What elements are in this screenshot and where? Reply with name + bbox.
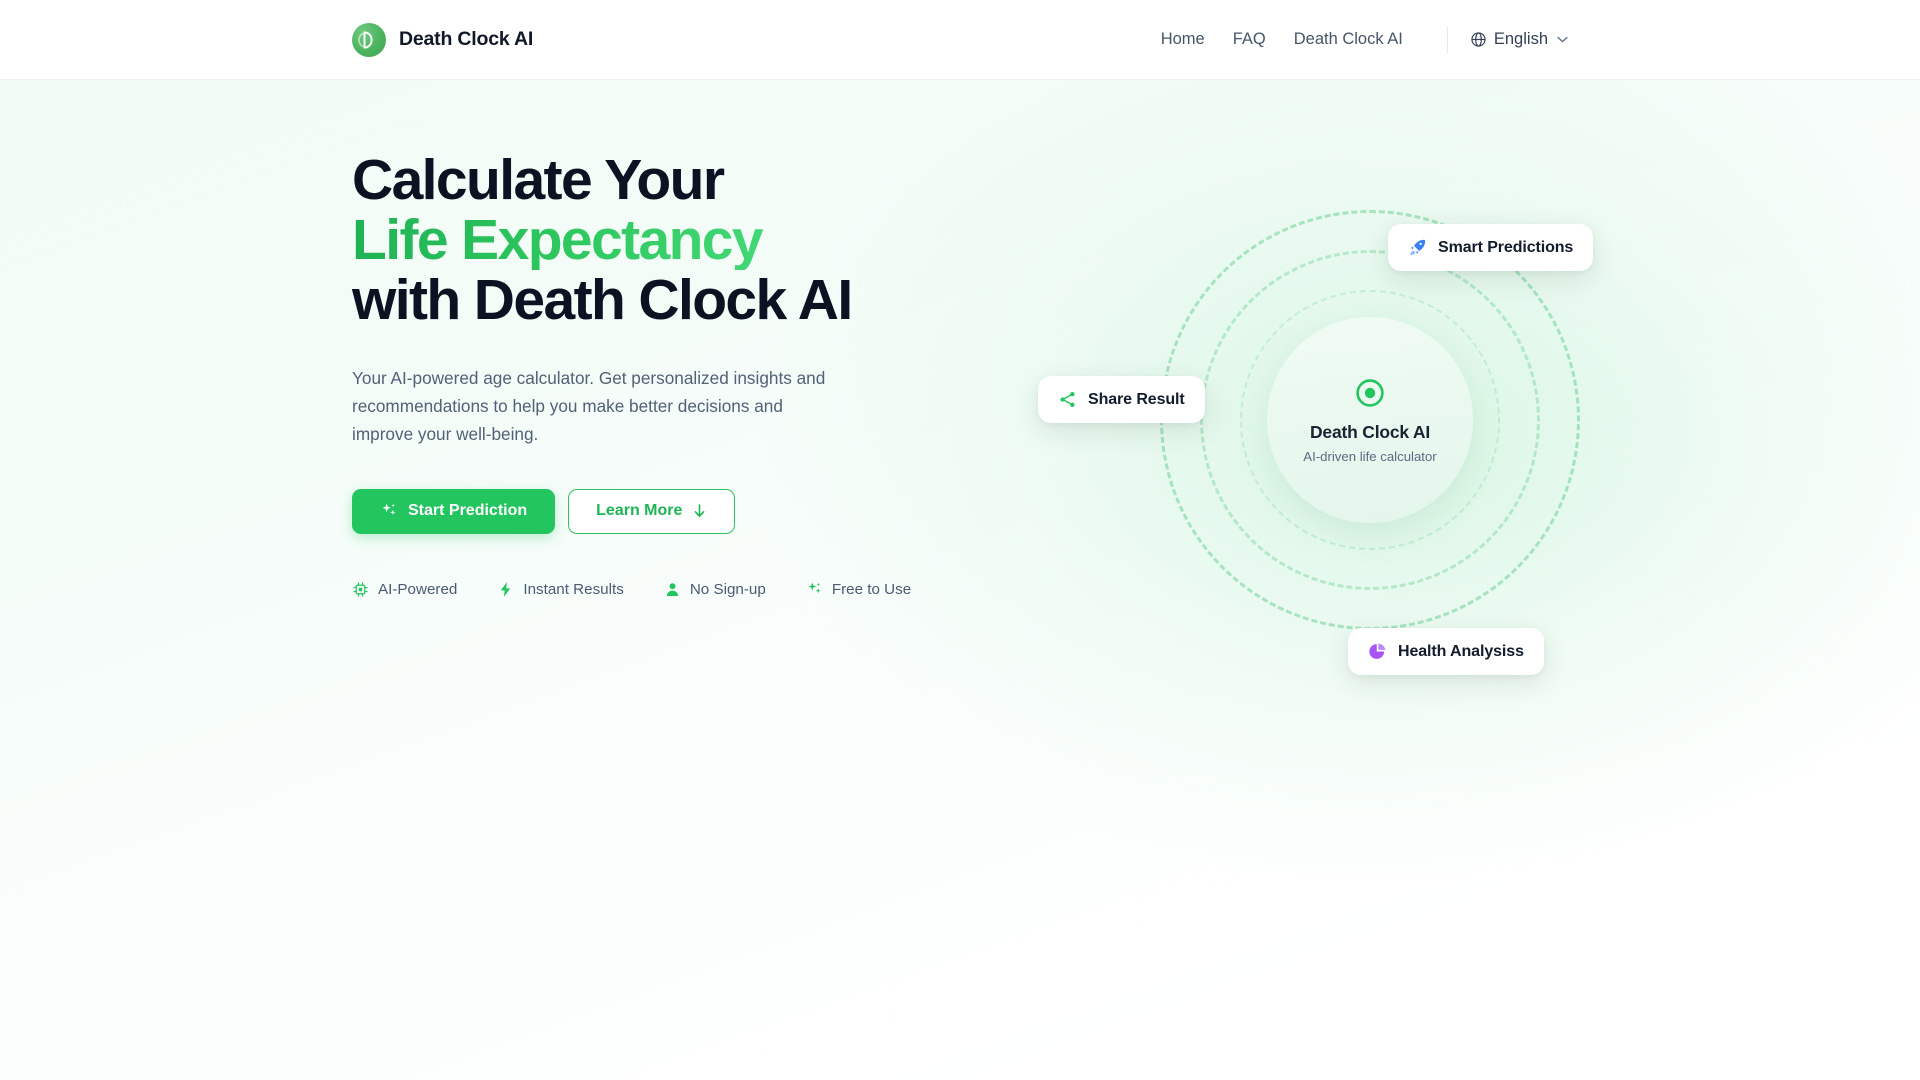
chip-smart-predictions[interactable]: Smart Predictions bbox=[1388, 224, 1594, 271]
share-icon bbox=[1058, 390, 1077, 409]
language-label: English bbox=[1493, 30, 1548, 48]
chip-label: Health Analysiss bbox=[1398, 642, 1524, 660]
hero-section: Calculate Your Life Expectancy with Deat… bbox=[0, 80, 1920, 1080]
target-dot-icon bbox=[1354, 377, 1386, 409]
user-icon bbox=[664, 581, 681, 598]
hero-subtitle: Your AI-powered age calculator. Get pers… bbox=[352, 368, 826, 445]
rocket-icon bbox=[1408, 238, 1427, 257]
learn-more-label: Learn More bbox=[596, 502, 683, 520]
start-prediction-label: Start Prediction bbox=[408, 502, 528, 520]
feature-label: Instant Results bbox=[523, 580, 624, 598]
start-prediction-button[interactable]: Start Prediction bbox=[352, 488, 556, 534]
hero-wrapper: Calculate Your Life Expectancy with Deat… bbox=[0, 80, 1920, 1080]
feature-ai-powered: AI-Powered bbox=[352, 581, 457, 598]
headline-line-2-accent: Life Expectancy bbox=[352, 210, 972, 270]
headline-line-1: Calculate Your bbox=[352, 148, 725, 212]
sparkles-icon bbox=[380, 502, 398, 520]
site-header: Death Clock AI Home FAQ Death Clock AI E… bbox=[0, 0, 1920, 80]
language-selector[interactable]: English bbox=[1470, 30, 1568, 49]
feature-label: Free to Use bbox=[831, 580, 912, 598]
core-subtitle: AI-driven life calculator bbox=[1303, 448, 1437, 464]
feature-label: AI-Powered bbox=[378, 580, 458, 598]
chip-share-result[interactable]: Share Result bbox=[1038, 376, 1205, 423]
chevron-down-icon bbox=[1557, 36, 1568, 43]
nav-link-home[interactable]: Home bbox=[1147, 22, 1219, 57]
hero-feature-list: AI-Powered Instant Results No Sign-up Fr… bbox=[352, 581, 972, 598]
brand-logo-link[interactable]: Death Clock AI bbox=[352, 22, 534, 57]
page-title: Calculate Your Life Expectancy with Deat… bbox=[352, 148, 972, 333]
brand-name: Death Clock AI bbox=[399, 28, 534, 50]
main-nav: Home FAQ Death Clock AI English bbox=[1147, 22, 1568, 57]
globe-icon bbox=[1470, 31, 1487, 48]
header-inner: Death Clock AI Home FAQ Death Clock AI E… bbox=[0, 0, 1920, 79]
chip-label: Smart Predictions bbox=[1438, 238, 1574, 256]
lightning-bolt-icon bbox=[497, 581, 514, 598]
hero-core-card: Death Clock AI AI-driven life calculator bbox=[1267, 317, 1473, 523]
sparkles-icon bbox=[806, 581, 823, 598]
death-clock-logo-icon bbox=[352, 22, 386, 57]
arrow-down-icon bbox=[692, 503, 707, 519]
feature-instant-results: Instant Results bbox=[497, 580, 624, 598]
chip-health-analysis[interactable]: Health Analysiss bbox=[1348, 628, 1544, 675]
nav-divider bbox=[1446, 26, 1448, 53]
feature-no-sign-up: No Sign-up bbox=[664, 581, 766, 598]
nav-link-death-clock-ai[interactable]: Death Clock AI bbox=[1280, 22, 1417, 57]
cpu-chip-icon bbox=[352, 581, 369, 598]
core-title: Death Clock AI bbox=[1309, 421, 1431, 442]
feature-free-to-use: Free to Use bbox=[806, 581, 911, 598]
hero-cta-row: Start Prediction Learn More bbox=[352, 488, 972, 534]
hero-copy-column: Calculate Your Life Expectancy with Deat… bbox=[352, 150, 972, 598]
pie-chart-icon bbox=[1368, 642, 1387, 661]
headline-line-3: with Death Clock AI bbox=[352, 268, 853, 333]
learn-more-button[interactable]: Learn More bbox=[568, 488, 736, 534]
nav-link-faq[interactable]: FAQ bbox=[1219, 22, 1280, 57]
chip-label: Share Result bbox=[1088, 390, 1185, 408]
feature-label: No Sign-up bbox=[689, 580, 766, 598]
